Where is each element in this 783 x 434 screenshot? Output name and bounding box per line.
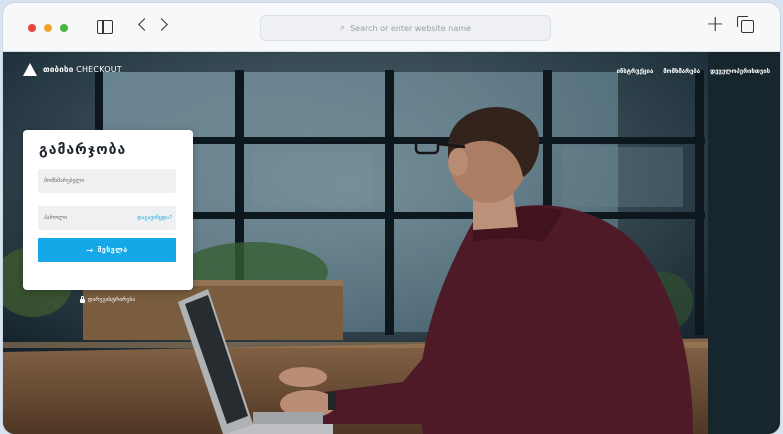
- site-header: თიბისი CHECKOUT ინსტრუქცია მომხმარება დე…: [3, 52, 780, 92]
- password-input[interactable]: პაროლი დაგავიწყდა?: [38, 206, 176, 230]
- sidebar-toggle-icon[interactable]: [97, 20, 113, 34]
- address-bar[interactable]: ⌕ Search or enter website name: [260, 15, 551, 41]
- login-card: გამარჯობა მომხმარებელი პაროლი დაგავიწყდა…: [23, 130, 193, 290]
- browser-window: ⌕ Search or enter website name + თიბისი …: [3, 3, 780, 434]
- brand-logo[interactable]: თიბისი CHECKOUT: [23, 63, 122, 76]
- lock-icon: [80, 296, 85, 303]
- new-tab-icon[interactable]: +: [706, 13, 724, 37]
- login-button-label: შესვლა: [97, 246, 128, 254]
- login-button[interactable]: → შესვლა: [38, 238, 176, 262]
- arrow-right-icon: →: [86, 245, 94, 255]
- browser-toolbar: ⌕ Search or enter website name +: [3, 3, 780, 52]
- web-page: თიბისი CHECKOUT ინსტრუქცია მომხმარება დე…: [3, 52, 780, 434]
- triangle-logo-icon: [23, 63, 37, 76]
- nav-item-support[interactable]: მომხმარება: [663, 68, 700, 75]
- password-placeholder: პაროლი: [44, 215, 67, 221]
- login-title: გამარჯობა: [39, 142, 127, 158]
- back-arrow-icon[interactable]: [138, 18, 151, 31]
- address-placeholder: Search or enter website name: [350, 23, 471, 33]
- nav-item-developers[interactable]: დეველოპერისთვის: [710, 68, 770, 75]
- brand-name-bold: თიბისი: [43, 65, 74, 74]
- register-link[interactable]: დარეგისტრირება: [80, 296, 136, 303]
- forgot-password-link[interactable]: დაგავიწყდა?: [137, 215, 172, 221]
- username-placeholder: მომხმარებელი: [44, 178, 85, 184]
- tabs-overview-icon[interactable]: [737, 16, 754, 33]
- maximize-window-button[interactable]: [60, 24, 68, 32]
- close-window-button[interactable]: [28, 24, 36, 32]
- brand-name-rest: CHECKOUT: [76, 65, 122, 74]
- forward-arrow-icon[interactable]: [155, 18, 168, 31]
- minimize-window-button[interactable]: [44, 24, 52, 32]
- header-nav: ინსტრუქცია მომხმარება დეველოპერისთვის: [617, 68, 770, 75]
- search-icon: ⌕: [340, 23, 346, 33]
- nav-item-instructions[interactable]: ინსტრუქცია: [617, 68, 654, 75]
- username-input[interactable]: მომხმარებელი: [38, 169, 176, 193]
- register-label: დარეგისტრირება: [88, 297, 136, 303]
